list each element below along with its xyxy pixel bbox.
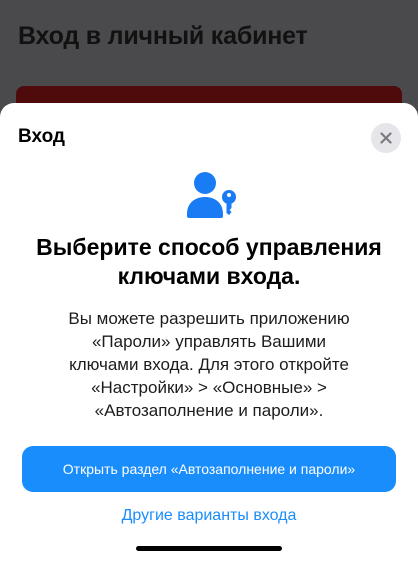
sheet-description: Вы можете разрешить приложению «Пароли» …	[20, 307, 398, 422]
person-key-icon	[187, 172, 236, 218]
xmark-icon	[380, 132, 392, 144]
home-indicator[interactable]	[136, 546, 282, 551]
description-line: «Пароли» управлять Вашими	[91, 332, 327, 351]
close-button[interactable]	[371, 123, 401, 153]
sign-in-sheet: Вход Выберите способ управления ключами …	[0, 103, 418, 573]
heading-line: Выберите способ управления	[36, 234, 382, 260]
background-page-title: Вход в личный кабинет	[18, 22, 308, 50]
description-line: Вы можете разрешить приложению	[68, 309, 350, 328]
sheet-heading: Выберите способ управления ключами входа…	[20, 233, 398, 291]
description-line: «Настройки» > «Основные» >	[91, 378, 327, 397]
other-sign-in-options-link[interactable]: Другие варианты входа	[20, 507, 398, 525]
open-autofill-settings-button[interactable]: Открыть раздел «Автозаполнение и пароли»	[22, 446, 396, 492]
description-line: ключами входа. Для этого откройте	[69, 355, 349, 374]
heading-line: ключами входа.	[117, 263, 301, 289]
sheet-title: Вход	[18, 126, 65, 147]
description-line: «Автозаполнение и пароли».	[94, 401, 324, 420]
